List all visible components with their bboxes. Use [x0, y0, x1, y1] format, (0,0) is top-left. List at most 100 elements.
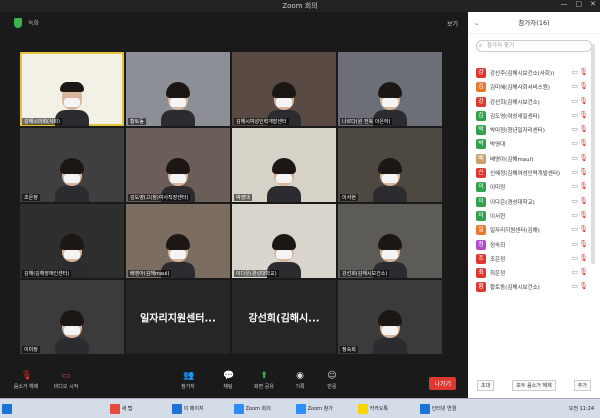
participant-list-item[interactable]: 이 이다은(경성대학교) ▭ 🎙 — [472, 195, 590, 209]
camera-icon: ▭ — [571, 239, 578, 248]
mic-muted-icon: 🎙 — [579, 82, 588, 91]
mic-muted-icon: 🎙 — [579, 153, 588, 162]
participant-list-item[interactable]: 김 김미혜(김해사회서비스원) ▭ 🎙 — [472, 80, 590, 94]
participant-list-item[interactable]: 배 배영아(김해maul) ▭ 🎙 — [472, 152, 590, 166]
video-tile[interactable]: 이다은(경성대학교) — [232, 204, 336, 278]
start-button[interactable] — [2, 402, 12, 416]
chevron-down-icon[interactable]: ⌄ — [474, 12, 479, 34]
more-button[interactable]: 추가 — [573, 379, 591, 391]
app-icon — [296, 403, 306, 414]
unmute-all-button[interactable]: 모두 음소거 해제 — [512, 379, 556, 391]
video-tile[interactable]: 강선희(김해시보건소) — [338, 204, 442, 278]
invite-button[interactable]: 초대 — [477, 379, 495, 391]
video-tile[interactable]: 박영대 — [232, 128, 336, 202]
video-tile[interactable]: 이서현 — [338, 128, 442, 202]
share-label: 화면 공유 — [254, 384, 274, 390]
share-screen-icon: ⬆ — [260, 371, 268, 381]
participant-name-label: 김해시의회(사회) — [22, 118, 63, 125]
video-label: 비디오 시작 — [53, 384, 79, 390]
security-shield-icon[interactable] — [14, 18, 22, 28]
leave-button[interactable]: 나가기 — [429, 377, 456, 390]
participant-name: 일자리지원센터(김해) — [490, 228, 540, 235]
unmute-button[interactable]: 🎙 음소거 해제 — [6, 372, 46, 391]
video-tile[interactable]: 배영아(김해maul) — [126, 204, 230, 278]
participant-list-item[interactable]: 일 일자리지원센터(김해) ▭ 🎙 — [472, 223, 590, 237]
participant-list-item[interactable]: 강 강선희(김해시보건소) ▭ 🎙 — [472, 95, 590, 109]
participant-name: 신혜정(김해여성인력개발센터) — [490, 171, 561, 178]
camera-icon: ▭ — [571, 139, 578, 148]
chat-button[interactable]: 💬 채팅 — [208, 372, 248, 391]
title-bar: Zoom 회의 — □ ✕ — [0, 0, 600, 12]
app-icon — [420, 403, 430, 414]
camera-icon: ▭ — [571, 82, 578, 91]
panel-scrollbar[interactable] — [591, 44, 595, 264]
camera-icon: ▭ — [571, 268, 578, 277]
video-tile[interactable]: 조은정 — [20, 128, 124, 202]
taskbar-item[interactable]: 카카오톡 — [358, 402, 388, 416]
reactions-button[interactable]: ☺ 반응 — [312, 371, 352, 391]
video-grid: 김해시의회(사회) 황토동김해시여성인력개발센터 나르다(원 전북 이은하) 조은정 김… — [20, 52, 442, 360]
avatar: 정 — [476, 239, 486, 250]
avatar: 박 — [476, 139, 486, 150]
participant-list-item[interactable]: 박 박영대 ▭ 🎙 — [472, 137, 590, 151]
participant-list-item[interactable]: 황 황토동(김해시보건소) ▭ 🎙 — [472, 280, 590, 294]
video-tile[interactable]: 강선희(김해시... — [232, 280, 336, 354]
video-tile[interactable]: 황토동 — [126, 52, 230, 126]
avatar: 황 — [476, 282, 486, 293]
panel-header: ⌄ 참가자(16) — [468, 12, 600, 34]
participant-list-item[interactable]: 신 신혜정(김해여성인력개발센터) ▭ 🎙 — [472, 166, 590, 180]
participant-list-item[interactable]: 조 조은정 ▭ 🎙 — [472, 252, 590, 266]
participants-panel: ⌄ 참가자(16) ⌕ 참가자 찾기 강 강선주(김해시보건소(사회)) ▭ 🎙 김 김미… — [468, 12, 600, 398]
participant-list-item[interactable]: 이 이서현 ▭ 🎙 — [472, 209, 590, 223]
participants-button[interactable]: 👥 참가자 — [168, 372, 208, 391]
windows-start-icon — [2, 403, 12, 414]
start-video-button[interactable]: ▭ 비디오 시작 — [46, 372, 86, 391]
participant-list-item[interactable]: 이 이미정 ▭ 🎙 — [472, 180, 590, 194]
taskbar-item[interactable]: 새 탭 — [110, 402, 132, 416]
avatar: 김 — [476, 82, 486, 93]
app-icon — [234, 403, 244, 414]
participant-search-input[interactable]: ⌕ 참가자 찾기 — [476, 40, 592, 52]
video-tile[interactable]: 김해(김해장애인센터) — [20, 204, 124, 278]
participant-list-item[interactable]: 강 강선주(김해시보건소(사회)) ▭ 🎙 — [472, 66, 590, 80]
participant-figure — [161, 82, 195, 126]
taskbar-item[interactable]: Zoom 회의 — [234, 402, 271, 416]
view-button[interactable]: 보기 — [447, 19, 458, 28]
video-tile[interactable]: 김해시여성인력개발센터 — [232, 52, 336, 126]
video-tile[interactable]: 김해시의회(사회) — [20, 52, 124, 126]
taskbar-item[interactable]: Zoom 참가 — [296, 402, 333, 416]
camera-icon: ▭ — [571, 210, 578, 219]
mic-muted-icon: 🎙 — [579, 282, 588, 291]
share-screen-button[interactable]: ⬆ 화면 공유 — [244, 371, 284, 391]
participant-name-label: 정숙희 — [340, 346, 358, 353]
participant-list-item[interactable]: 김 김도영(여성새일센터) ▭ 🎙 — [472, 109, 590, 123]
search-placeholder: 참가자 찾기 — [487, 43, 515, 49]
system-clock[interactable]: 오전 11:24 — [569, 402, 594, 416]
taskbar-item[interactable]: 이 페이지 — [172, 402, 204, 416]
video-tile[interactable]: 이미정 — [20, 280, 124, 354]
avatar: 일 — [476, 225, 486, 236]
mic-muted-icon: 🎙 — [579, 125, 588, 134]
reaction-icon: ☺ — [327, 371, 337, 381]
camera-icon: ▭ — [571, 282, 578, 291]
video-tile[interactable]: 김도영(고(청)여사직장센터) — [126, 128, 230, 202]
maximize-icon[interactable]: □ — [576, 0, 583, 8]
participant-list-item[interactable]: 최 최은정 ▭ 🎙 — [472, 266, 590, 280]
video-tile[interactable]: 일자리지원센터... — [126, 280, 230, 354]
participant-list-item[interactable]: 정 정숙희 ▭ 🎙 — [472, 238, 590, 252]
meeting-toolbar: 🎙 음소거 해제 ▭ 비디오 시작 👥 참가자 💬 채팅 ⬆ 화면 공유 ◉ 기록 ☺ 반응 … — [0, 368, 466, 398]
mic-muted-icon: 🎙 — [579, 96, 588, 105]
taskbar-item[interactable]: 인터넷 연결 — [420, 402, 456, 416]
camera-icon: ▭ — [571, 110, 578, 119]
participant-name-label: 배영아(김해maul) — [128, 270, 172, 277]
participant-display-name: 일자리지원센터... — [140, 313, 216, 325]
minimize-icon[interactable]: — — [561, 0, 568, 8]
participant-list-item[interactable]: 박 박미정(청년일자리센터) ▭ 🎙 — [472, 123, 590, 137]
video-tile[interactable]: 정숙희 — [338, 280, 442, 354]
windows-taskbar: 새 탭 이 페이지 Zoom 회의 Zoom 참가 카카오톡 인터넷 연결 오전 … — [0, 398, 600, 418]
close-icon[interactable]: ✕ — [590, 0, 596, 8]
participant-name-label: 김해시여성인력개발센터 — [234, 118, 289, 125]
video-tile[interactable]: 나르다(원 전북 이은하) — [338, 52, 442, 126]
meeting-top-bar: 녹화 보기 — [0, 12, 466, 36]
participant-name: 이미정 — [490, 185, 506, 192]
